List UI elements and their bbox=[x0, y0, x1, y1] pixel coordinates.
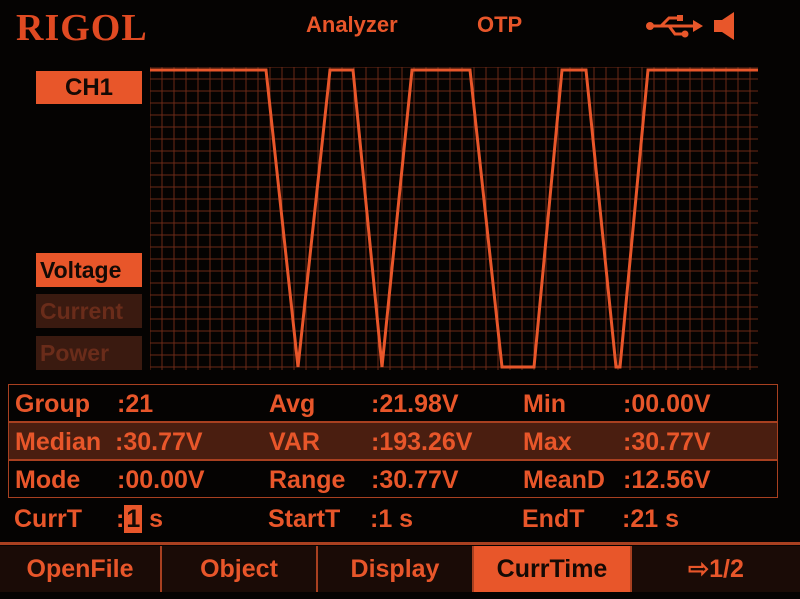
menu-divider bbox=[0, 542, 800, 545]
usb-icon bbox=[646, 15, 703, 38]
stats-row-2: Median :30.77V VAR :193.26V Max :30.77V bbox=[8, 422, 778, 460]
startt-value: :1 s bbox=[370, 505, 414, 533]
speaker-icon bbox=[714, 12, 734, 40]
menu-object-button[interactable]: Object bbox=[162, 546, 318, 592]
median-label: Median bbox=[15, 428, 102, 456]
var-value: :193.26V bbox=[371, 428, 473, 456]
min-label: Min bbox=[523, 390, 567, 418]
currt-unit: s bbox=[142, 505, 164, 533]
stats-row-3: Mode :00.00V Range :30.77V MeanD :12.56V bbox=[8, 460, 778, 498]
waveform-plot bbox=[150, 67, 758, 370]
side-item-power[interactable]: Power bbox=[36, 336, 142, 370]
group-value: :21 bbox=[117, 390, 154, 418]
currt-label: CurrT bbox=[14, 505, 83, 533]
endt-label: EndT bbox=[522, 505, 585, 533]
avg-label: Avg bbox=[269, 390, 316, 418]
startt-label: StartT bbox=[268, 505, 341, 533]
max-label: Max bbox=[523, 428, 572, 456]
otp-status: OTP bbox=[477, 12, 523, 37]
menu-display-button[interactable]: Display bbox=[318, 546, 474, 592]
range-label: Range bbox=[269, 466, 346, 494]
meand-label: MeanD bbox=[523, 466, 605, 494]
meand-value: :12.56V bbox=[623, 466, 711, 494]
menu-next-page-button[interactable]: ⇨1/2 bbox=[632, 546, 800, 592]
median-value: :30.77V bbox=[115, 428, 203, 456]
max-value: :30.77V bbox=[623, 428, 711, 456]
stats-row-4: CurrT :1 s StartT :1 s EndT :21 s bbox=[8, 500, 778, 538]
currt-field[interactable]: :1 s bbox=[116, 500, 163, 538]
mode-value: :00.00V bbox=[117, 466, 205, 494]
currt-cursor-digit[interactable]: 1 bbox=[124, 505, 143, 533]
softkey-menu: OpenFile Object Display CurrTime ⇨1/2 bbox=[0, 546, 800, 592]
range-value: :30.77V bbox=[371, 466, 459, 494]
min-value: :00.00V bbox=[623, 390, 711, 418]
side-item-voltage[interactable]: Voltage bbox=[36, 253, 142, 287]
menu-openfile-button[interactable]: OpenFile bbox=[0, 546, 162, 592]
channel-label[interactable]: CH1 bbox=[36, 71, 142, 104]
brand-logo: RIGOL bbox=[16, 7, 148, 49]
menu-currtime-button[interactable]: CurrTime bbox=[474, 546, 632, 592]
mode-label: Mode bbox=[15, 466, 81, 494]
plot-grid bbox=[150, 67, 758, 370]
mode-title: Analyzer bbox=[306, 12, 398, 37]
group-label: Group bbox=[15, 390, 90, 418]
stats-row-1: Group :21 Avg :21.98V Min :00.00V bbox=[8, 384, 778, 422]
endt-value: :21 s bbox=[622, 505, 679, 533]
var-label: VAR bbox=[269, 428, 320, 456]
avg-value: :21.98V bbox=[371, 390, 459, 418]
side-item-current[interactable]: Current bbox=[36, 294, 142, 328]
analyzer-screen: RIGOL Analyzer OTP CH1 Voltage Current P… bbox=[0, 0, 800, 599]
